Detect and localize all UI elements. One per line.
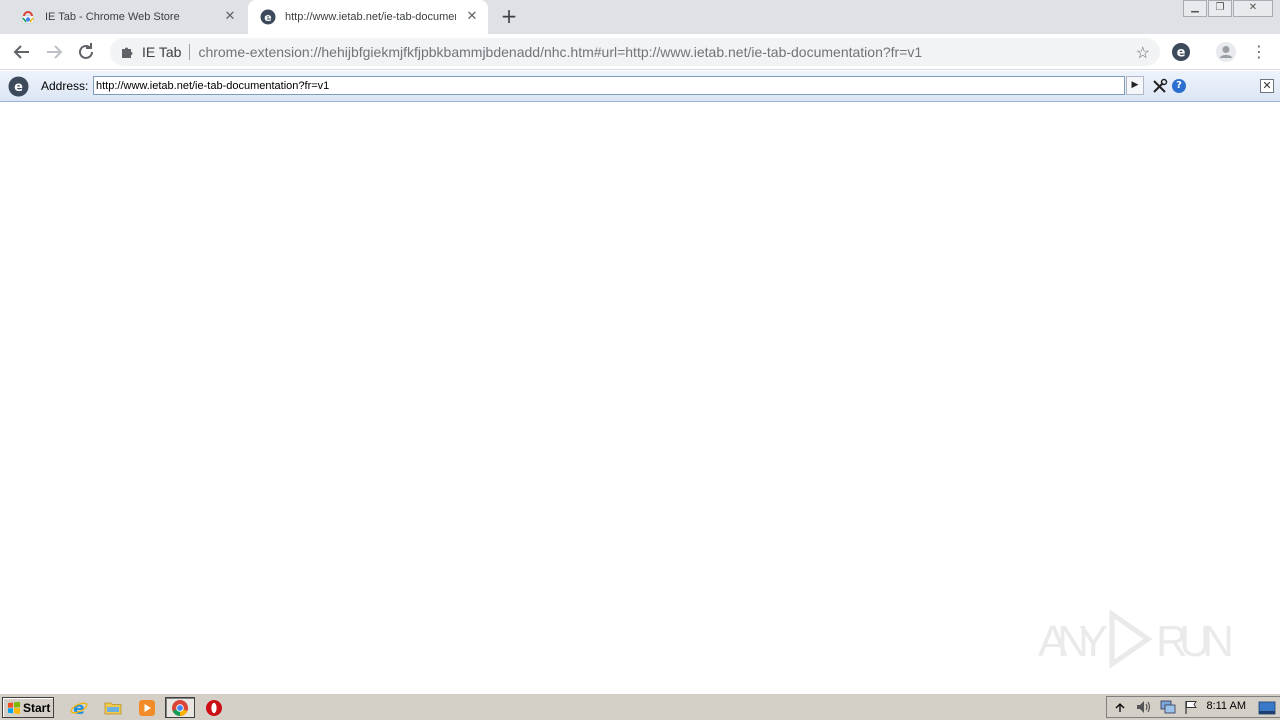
tab-close-button[interactable]: ✕ — [464, 9, 480, 25]
svg-text:e: e — [73, 699, 85, 717]
browser-toolbar: IE Tab chrome-extension://hehijbfgiekmjf… — [0, 34, 1280, 70]
svg-text:e: e — [264, 11, 271, 24]
tab-strip: IE Tab - Chrome Web Store ✕ e http://www… — [0, 0, 1280, 34]
tab-title: IE Tab - Chrome Web Store — [45, 11, 180, 23]
ie-tab-logo-icon: e — [8, 76, 29, 97]
help-icon[interactable]: ? — [1172, 79, 1186, 93]
address-label: Address: — [41, 79, 89, 93]
volume-icon[interactable] — [1135, 699, 1153, 715]
bookmark-star-icon[interactable]: ☆ — [1136, 43, 1150, 63]
tools-icon[interactable] — [1151, 78, 1168, 95]
internet-explorer-icon: e — [70, 699, 88, 717]
address-bar[interactable]: IE Tab chrome-extension://hehijbfgiekmjf… — [110, 38, 1160, 66]
omnibox-extension-chip: IE Tab — [110, 44, 181, 60]
omnibox-url: chrome-extension://hehijbfgiekmjfkfjpbkb… — [198, 44, 923, 60]
profile-avatar-icon[interactable] — [1215, 41, 1237, 63]
chrome-web-store-icon — [21, 11, 35, 24]
ietab-address-bar: e Address: ▶ ? ✕ — [0, 71, 1280, 102]
omnibox-divider — [189, 44, 191, 60]
go-button[interactable]: ▶ — [1126, 76, 1144, 95]
taskbar-file-explorer[interactable] — [101, 697, 125, 718]
opera-icon — [206, 699, 222, 716]
action-center-flag-icon[interactable] — [1183, 699, 1199, 715]
file-explorer-icon — [104, 702, 122, 714]
start-label: Start — [23, 700, 51, 715]
restore-button[interactable]: ❐ — [1208, 0, 1232, 17]
arrow-right-icon — [47, 45, 63, 59]
omnibox-extension-label: IE Tab — [142, 44, 182, 60]
chrome-icon — [172, 699, 188, 716]
ie-tab-extension-icon[interactable]: e — [1170, 41, 1192, 63]
taskbar: Start e 8:11 AM — [0, 693, 1280, 720]
taskbar-internet-explorer[interactable]: e — [67, 697, 91, 718]
svg-text:e: e — [14, 80, 23, 95]
ietab-address-input[interactable] — [93, 76, 1125, 95]
taskbar-media-player[interactable] — [135, 697, 159, 718]
taskbar-clock: 8:11 AM — [1206, 700, 1246, 712]
new-tab-button[interactable]: + — [498, 6, 520, 28]
anyrun-watermark-logo: ANY RUN — [1038, 609, 1234, 669]
media-player-icon — [139, 699, 155, 716]
back-button[interactable] — [10, 40, 34, 64]
start-button[interactable]: Start — [2, 697, 54, 718]
close-ietab-bar-button[interactable]: ✕ — [1260, 79, 1274, 93]
puzzle-icon — [122, 47, 133, 58]
reload-button[interactable] — [74, 40, 98, 64]
minimize-button[interactable]: ▁ — [1183, 0, 1207, 17]
svg-text:e: e — [1177, 46, 1186, 61]
taskbar-chrome[interactable] — [165, 697, 195, 718]
network-icon[interactable] — [1159, 699, 1177, 715]
tab-close-button[interactable]: ✕ — [222, 9, 238, 25]
system-tray — [1106, 696, 1280, 718]
windows-flag-icon — [8, 701, 20, 714]
forward-button[interactable] — [42, 40, 66, 64]
show-desktop-icon[interactable] — [1258, 701, 1276, 715]
screen: IE Tab - Chrome Web Store ✕ e http://www… — [0, 0, 1280, 720]
tab-ietab-documentation[interactable]: e http://www.ietab.net/ie-tab-documentat… — [248, 0, 488, 34]
svg-text:RUN: RUN — [1156, 617, 1234, 666]
reload-icon — [79, 43, 93, 59]
svg-text:ANY: ANY — [1038, 617, 1108, 666]
ie-tab-icon: e — [260, 9, 276, 25]
arrow-left-icon — [13, 45, 29, 59]
tab-title: http://www.ietab.net/ie-tab-documentatio… — [285, 11, 456, 23]
page-content — [0, 103, 1280, 693]
tab-chrome-web-store[interactable]: IE Tab - Chrome Web Store ✕ — [8, 0, 246, 34]
chrome-menu-button[interactable]: ⋮ — [1247, 40, 1271, 64]
show-hidden-icons-icon[interactable] — [1113, 700, 1127, 714]
taskbar-opera[interactable] — [202, 697, 226, 718]
close-window-button[interactable]: ✕ — [1233, 0, 1273, 17]
